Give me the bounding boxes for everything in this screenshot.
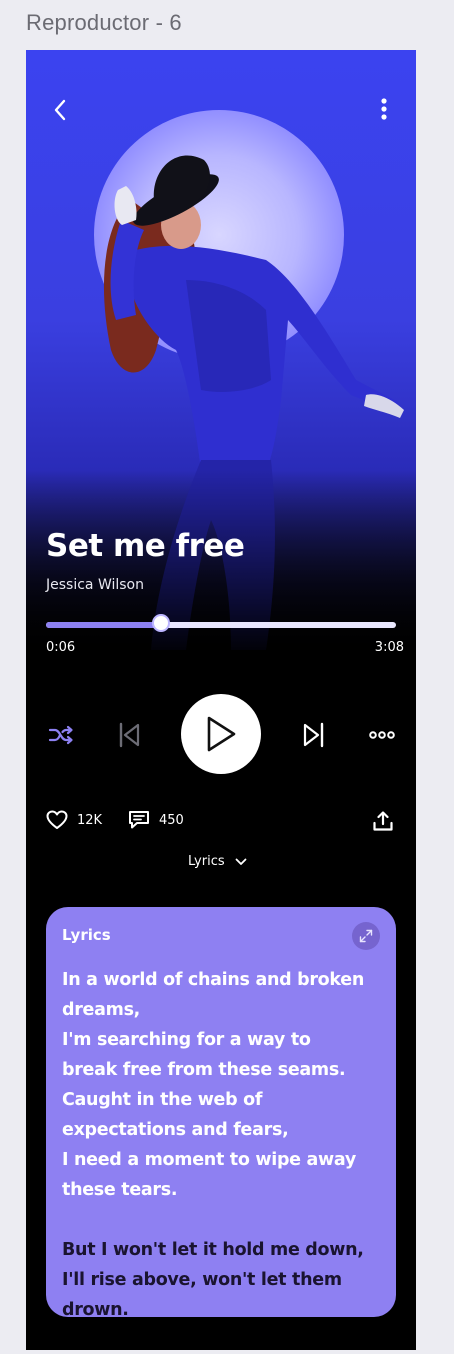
lyrics-line: expectations and fears, xyxy=(62,1120,289,1140)
lyrics-line: I'm searching for a way to xyxy=(62,1030,311,1050)
previous-track-button[interactable] xyxy=(114,720,144,750)
vertical-dots-icon xyxy=(381,98,387,120)
comments-button[interactable]: 450 xyxy=(128,810,184,830)
lyrics-line: dreams, xyxy=(62,1000,141,1020)
duration-time: 3:08 xyxy=(374,640,404,655)
player-screen: Set me free Jessica Wilson 0:06 3:08 12K… xyxy=(26,50,416,1350)
shuffle-icon xyxy=(48,725,73,745)
chevron-down-icon xyxy=(235,858,247,865)
like-button[interactable]: 12K xyxy=(46,810,102,830)
lyrics-line-upcoming: I'll rise above, won't let them xyxy=(62,1270,342,1290)
lyrics-card-title: Lyrics xyxy=(62,926,111,944)
play-icon xyxy=(207,716,236,752)
play-button[interactable] xyxy=(181,694,261,774)
song-artist: Jessica Wilson xyxy=(46,577,144,593)
lyrics-line: In a world of chains and broken xyxy=(62,970,365,990)
lyrics-text: In a world of chains and broken dreams, … xyxy=(62,965,387,1317)
elapsed-time: 0:06 xyxy=(46,640,76,655)
next-track-button[interactable] xyxy=(299,720,329,750)
lyrics-toggle[interactable]: Lyrics xyxy=(188,854,247,869)
expand-icon xyxy=(359,929,373,943)
comments-count: 450 xyxy=(159,812,184,828)
more-actions-button[interactable] xyxy=(366,722,398,748)
heart-icon xyxy=(46,810,68,829)
horizontal-dots-icon xyxy=(369,731,395,739)
album-hero: Set me free Jessica Wilson xyxy=(26,50,416,650)
back-button[interactable] xyxy=(48,98,72,122)
more-options-button[interactable] xyxy=(374,96,394,122)
engagement-row: 12K 450 xyxy=(26,810,416,834)
lyrics-line-upcoming: But I won't let it hold me down, xyxy=(62,1240,364,1260)
expand-lyrics-button[interactable] xyxy=(352,922,380,950)
shuffle-button[interactable] xyxy=(44,720,78,750)
likes-count: 12K xyxy=(77,812,103,828)
playback-controls xyxy=(26,690,416,780)
comment-icon xyxy=(129,811,149,829)
lyrics-line: these tears. xyxy=(62,1180,178,1200)
skip-previous-icon xyxy=(119,722,140,748)
lyrics-line: break free from these seams. xyxy=(62,1060,346,1080)
lyrics-line-upcoming: drown. xyxy=(62,1300,129,1317)
share-button[interactable] xyxy=(370,808,396,834)
skip-next-icon xyxy=(303,722,324,748)
progress-thumb[interactable] xyxy=(151,614,170,632)
progress-bar[interactable] xyxy=(46,614,396,632)
song-title: Set me free xyxy=(46,528,245,564)
lyrics-toggle-label: Lyrics xyxy=(188,854,225,869)
share-upload-icon xyxy=(373,811,393,831)
lyrics-card: Lyrics In a world of chains and broken d… xyxy=(46,907,396,1317)
frame-label: Reproductor - 6 xyxy=(26,10,182,35)
lyrics-line: Caught in the web of xyxy=(62,1090,263,1110)
progress-fill xyxy=(46,622,162,628)
stanza-gap xyxy=(62,1205,387,1235)
chevron-left-icon xyxy=(54,99,66,121)
lyrics-line: I need a moment to wipe away xyxy=(62,1150,356,1170)
